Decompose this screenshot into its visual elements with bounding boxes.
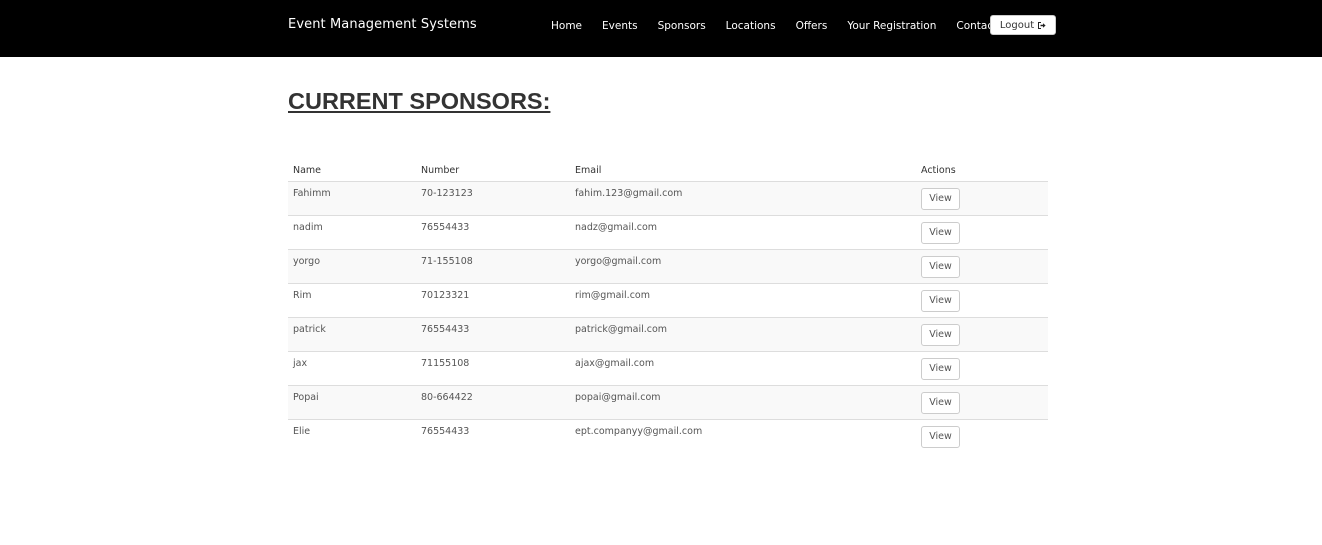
table-row: Rim 70123321 rim@gmail.com View: [288, 283, 1048, 318]
cell-number: 70123321: [416, 283, 570, 318]
view-button[interactable]: View: [921, 357, 960, 380]
cell-name: Fahimm: [288, 181, 416, 216]
cell-number: 76554433: [416, 317, 570, 352]
table-row: Fahimm 70-123123 fahim.123@gmail.com Vie…: [288, 181, 1048, 216]
view-button[interactable]: View: [921, 425, 960, 448]
cell-name: Elie: [293, 425, 311, 437]
table-header-row: Name Number Email Actions: [288, 157, 1048, 182]
column-header-email: Email: [570, 157, 916, 182]
brand-title[interactable]: Event Management Systems: [288, 17, 477, 32]
cell-actions: View: [916, 181, 1048, 216]
cell-actions: View: [916, 249, 1048, 284]
cell-name: Popai: [288, 385, 416, 420]
view-button[interactable]: View: [921, 221, 960, 244]
cell-name: patrick: [288, 317, 416, 352]
logout-label: Logout: [999, 19, 1035, 31]
table-row: jax 71155108 ajax@gmail.com View: [288, 351, 1048, 386]
cell-actions: View: [916, 215, 1048, 250]
cell-number: 71155108: [416, 351, 570, 386]
cell-actions: View: [916, 351, 1048, 386]
nav-link-home[interactable]: Home: [541, 20, 592, 32]
cell-email: popai@gmail.com: [570, 385, 916, 420]
top-navbar: Event Management Systems Home Events Spo…: [0, 0, 1322, 57]
nav-link-your-registration[interactable]: Your Registration: [837, 20, 946, 32]
page-title: CURRENT SPONSORS:: [288, 88, 551, 114]
cell-number: 70-123123: [416, 181, 570, 216]
table-row: nadim 76554433 nadz@gmail.com View: [288, 215, 1048, 250]
table-row: patrick 76554433 patrick@gmail.com View: [288, 317, 1048, 352]
nav-links: Home Events Sponsors Locations Offers Yo…: [541, 0, 1024, 51]
cell-email: rim@gmail.com: [570, 283, 916, 318]
nav-link-locations[interactable]: Locations: [716, 20, 786, 32]
column-header-number: Number: [416, 157, 570, 182]
cell-email: fahim.123@gmail.com: [570, 181, 916, 216]
sign-out-icon: [1037, 21, 1046, 30]
view-button[interactable]: View: [921, 289, 960, 312]
column-header-name: Name: [288, 157, 416, 182]
cell-name: jax: [288, 351, 416, 386]
cell-email: patrick@gmail.com: [570, 317, 916, 352]
view-button[interactable]: View: [921, 323, 960, 346]
cell-number: 76554433: [421, 425, 470, 437]
cell-name: yorgo: [288, 249, 416, 284]
cell-actions: View: [916, 385, 1048, 420]
cell-email: yorgo@gmail.com: [570, 249, 916, 284]
sponsors-table: Name Number Email Actions Fahimm 70-1231…: [288, 157, 1048, 453]
nav-link-offers[interactable]: Offers: [786, 20, 838, 32]
table-row: yorgo 71-155108 yorgo@gmail.com View: [288, 249, 1048, 284]
table-row: Elie 76554433 ept.companyy@gmail.com Vie…: [288, 419, 1048, 453]
cell-number: 71-155108: [416, 249, 570, 284]
cell-name: nadim: [288, 215, 416, 250]
view-button[interactable]: View: [921, 187, 960, 210]
view-button[interactable]: View: [921, 391, 960, 414]
view-button[interactable]: View: [921, 255, 960, 278]
cell-number: 80-664422: [416, 385, 570, 420]
table-row: Popai 80-664422 popai@gmail.com View: [288, 385, 1048, 420]
nav-link-sponsors[interactable]: Sponsors: [648, 20, 716, 32]
column-header-actions: Actions: [916, 157, 1048, 182]
logout-button[interactable]: Logout: [990, 15, 1056, 35]
cell-email: nadz@gmail.com: [570, 215, 916, 250]
cell-actions: View: [916, 419, 1048, 453]
cell-name: Rim: [288, 283, 416, 318]
cell-email: ajax@gmail.com: [570, 351, 916, 386]
cell-actions: View: [916, 283, 1048, 318]
cell-number: 76554433: [416, 215, 570, 250]
nav-link-events[interactable]: Events: [592, 20, 648, 32]
cell-email: ept.companyy@gmail.com: [575, 425, 703, 437]
cell-actions: View: [916, 317, 1048, 352]
